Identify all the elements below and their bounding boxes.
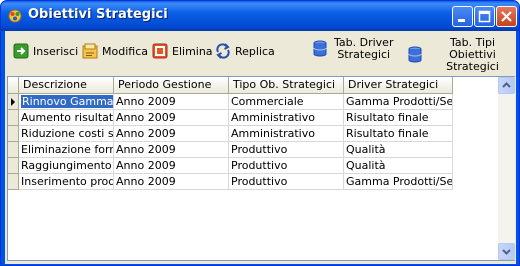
scroll-up-button[interactable] <box>498 77 515 94</box>
close-icon <box>501 11 512 22</box>
table-cell[interactable]: Riduzione costi serv <box>19 126 114 142</box>
window-title: Obiettivi Strategici <box>28 7 168 22</box>
edit-label: Modifica <box>102 44 148 58</box>
scroll-down-icon <box>502 249 511 255</box>
table-cell[interactable]: Anno 2009 <box>114 94 229 110</box>
insert-icon <box>13 43 29 59</box>
table-row[interactable]: Riduzione costi serv Anno 2009 Amministr… <box>8 126 498 142</box>
row-indicator-header <box>8 77 19 94</box>
table-row[interactable]: Eliminazione fornitor Anno 2009 Produtti… <box>8 142 498 158</box>
app-icon <box>8 9 22 23</box>
table-cell[interactable]: Raggiungimento Ce <box>19 158 114 174</box>
column-header-descrizione[interactable]: Descrizione <box>19 77 114 94</box>
table-cell[interactable]: Anno 2009 <box>114 126 229 142</box>
replicate-button[interactable]: Replica <box>215 42 275 60</box>
table-cell[interactable]: Gamma Prodotti/Servizi <box>344 94 453 110</box>
maximize-icon <box>478 10 491 23</box>
insert-label: Inserisci <box>33 44 79 58</box>
table-cell[interactable]: Amministrativo <box>229 126 344 142</box>
edit-button[interactable]: Modifica <box>82 42 148 60</box>
table-cell[interactable]: Rinnovo Gamma Se <box>19 94 114 110</box>
client-area: Inserisci Modifica Elimina Replica Tab. … <box>5 31 516 264</box>
table-row[interactable]: Raggiungimento Ce Anno 2009 Produttivo Q… <box>8 158 498 174</box>
row-indicator <box>8 158 19 174</box>
types-table-label-1: Tab. Tipi Obiettivi <box>449 36 496 61</box>
delete-icon <box>152 43 168 59</box>
table-cell[interactable]: Gamma Prodotti/Servizi <box>344 174 453 190</box>
table-cell[interactable]: Produttivo <box>229 174 344 190</box>
app-window: Obiettivi Strategici Inserisci Modifica … <box>0 0 520 266</box>
table-cell[interactable]: Anno 2009 <box>114 174 229 190</box>
maximize-button[interactable] <box>474 6 495 27</box>
table-cell[interactable]: Qualità <box>344 142 453 158</box>
scroll-down-button[interactable] <box>498 243 515 260</box>
toolbar: Inserisci Modifica Elimina Replica Tab. … <box>5 31 516 75</box>
delete-button[interactable]: Elimina <box>152 42 213 60</box>
edit-icon <box>82 43 98 59</box>
row-indicator <box>8 142 19 158</box>
current-row-arrow-icon <box>11 98 15 106</box>
types-table-label-2: Strategici <box>446 60 499 73</box>
table-cell[interactable]: Anno 2009 <box>114 142 229 158</box>
database-icon <box>313 40 327 57</box>
minimize-icon <box>458 19 465 22</box>
table-cell[interactable]: Inserimento prodotti. <box>19 174 114 190</box>
driver-table-label-2: Strategici <box>337 48 391 61</box>
database-icon <box>408 46 422 63</box>
row-indicator <box>8 126 19 142</box>
grid-header: Descrizione Periodo Gestione Tipo Ob. St… <box>8 77 498 94</box>
close-button[interactable] <box>496 6 517 27</box>
table-cell[interactable]: Anno 2009 <box>114 158 229 174</box>
table-cell[interactable]: Aumento risultato op <box>19 110 114 126</box>
replicate-label: Replica <box>235 44 275 58</box>
driver-table-button[interactable]: Tab. Driver Strategici <box>312 37 393 61</box>
table-row[interactable]: Inserimento prodotti. Anno 2009 Produtti… <box>8 174 498 190</box>
table-cell[interactable]: Eliminazione fornitor <box>19 142 114 158</box>
delete-label: Elimina <box>172 44 213 58</box>
column-header-periodo[interactable]: Periodo Gestione <box>114 77 229 94</box>
column-header-tipo[interactable]: Tipo Ob. Strategici <box>229 77 344 94</box>
table-cell[interactable]: Risultato finale <box>344 126 453 142</box>
table-row[interactable]: Aumento risultato op Anno 2009 Amministr… <box>8 110 498 126</box>
objective-types-table-button[interactable]: Tab. Tipi Obiettivi Strategici <box>407 37 516 73</box>
table-cell[interactable]: Qualità <box>344 158 453 174</box>
row-indicator <box>8 94 19 110</box>
table-cell[interactable]: Risultato finale <box>344 110 453 126</box>
table-cell[interactable]: Produttivo <box>229 142 344 158</box>
cell-text: Rinnovo Gamma Se <box>21 95 113 108</box>
row-indicator <box>8 174 19 190</box>
table-cell[interactable]: Produttivo <box>229 158 344 174</box>
table-cell[interactable]: Commerciale <box>229 94 344 110</box>
scroll-up-icon <box>502 82 511 88</box>
replicate-icon <box>216 43 230 59</box>
vertical-scrollbar[interactable] <box>498 77 515 260</box>
minimize-button[interactable] <box>452 6 473 27</box>
objectives-grid[interactable]: Descrizione Periodo Gestione Tipo Ob. St… <box>7 76 515 261</box>
title-bar[interactable]: Obiettivi Strategici <box>1 1 519 31</box>
insert-button[interactable]: Inserisci <box>13 42 78 60</box>
row-indicator <box>8 110 19 126</box>
table-cell[interactable]: Anno 2009 <box>114 110 229 126</box>
table-cell[interactable]: Amministrativo <box>229 110 344 126</box>
column-header-driver[interactable]: Driver Strategici <box>344 77 453 94</box>
table-row[interactable]: Rinnovo Gamma Se Anno 2009 Commerciale G… <box>8 94 498 110</box>
